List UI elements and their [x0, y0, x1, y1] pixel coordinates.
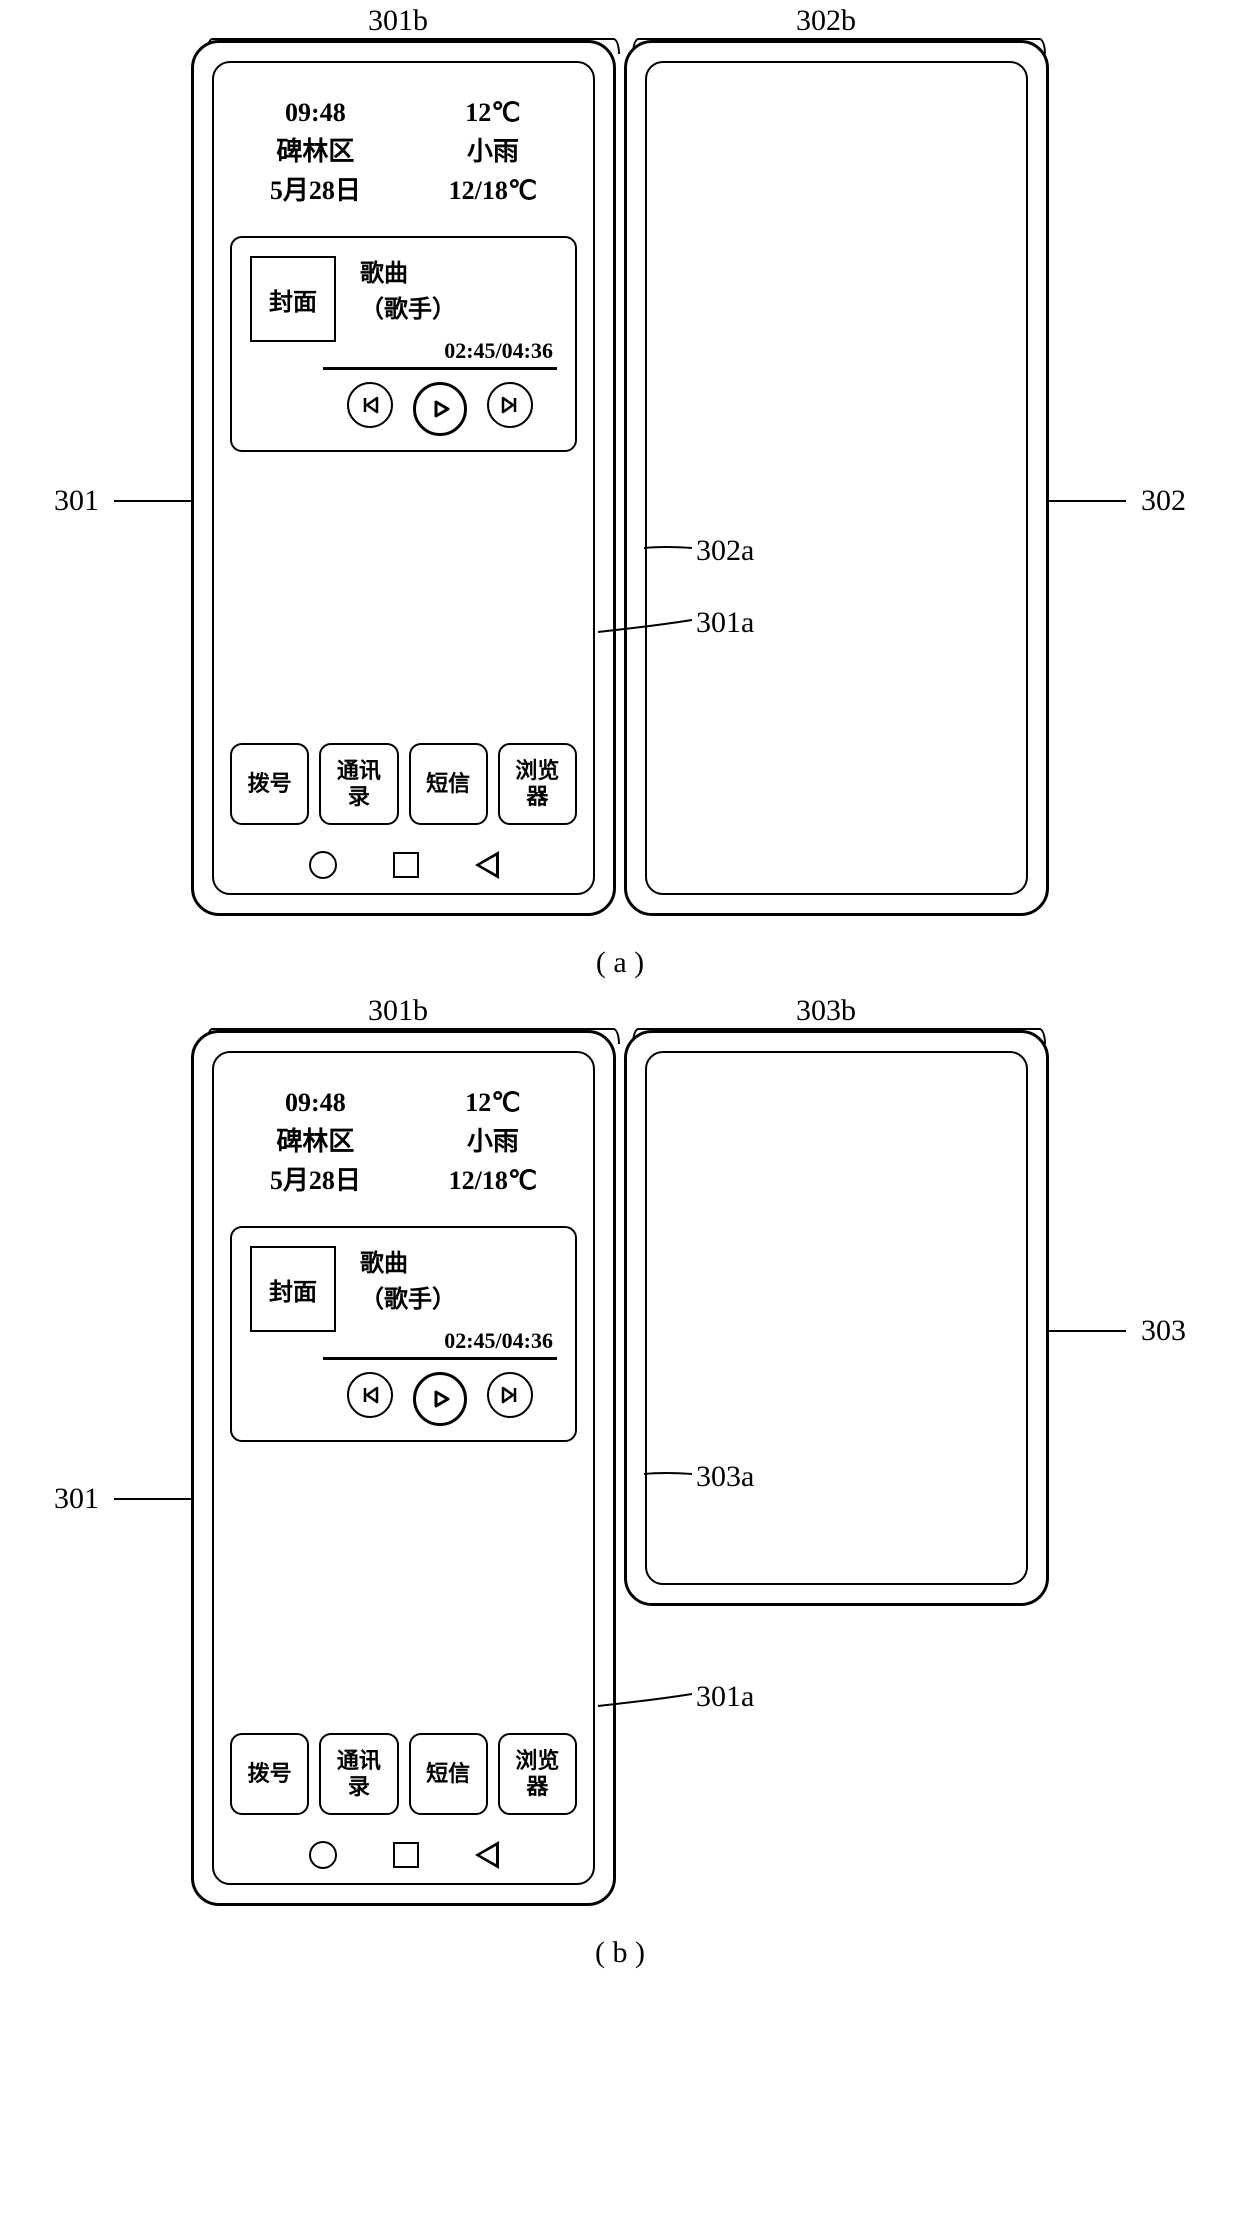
label-301-b: 301 — [54, 1482, 99, 1516]
status-widget-b: 09:48 碑林区 5月28日 12℃ 小雨 12/18℃ — [226, 1065, 581, 1226]
dialer-app[interactable]: 拨号 — [230, 743, 309, 825]
browser-app[interactable]: 浏览 器 — [498, 1733, 577, 1815]
time-text: 09:48 — [285, 1083, 346, 1122]
label-302b: 302b — [796, 4, 856, 38]
temp-text: 12℃ — [465, 93, 520, 132]
sms-app[interactable]: 短信 — [409, 743, 488, 825]
leader-302 — [1046, 500, 1126, 502]
label-301a-b: 301a — [696, 1680, 754, 1714]
dock-b: 拨号 通讯 录 短信 浏览 器 — [226, 1733, 581, 1815]
nav-back-icon[interactable] — [475, 851, 499, 879]
figure-b: 301b 303b 09:48 碑林区 5月28日 12℃ 小雨 12/18℃ — [70, 1030, 1170, 1970]
dock: 拨号 通讯 录 短信 浏览 器 — [226, 743, 581, 825]
prev-button[interactable] — [347, 382, 393, 428]
prev-icon — [359, 394, 381, 416]
dialer-app[interactable]: 拨号 — [230, 1733, 309, 1815]
screen-left-b: 09:48 碑林区 5月28日 12℃ 小雨 12/18℃ 封面 歌曲 — [212, 1051, 595, 1885]
label-303: 303 — [1141, 1314, 1186, 1348]
play-icon — [428, 397, 452, 421]
nav-home-icon[interactable] — [309, 1841, 337, 1869]
status-widget: 09:48 碑林区 5月28日 12℃ 小雨 12/18℃ — [226, 75, 581, 236]
figure-a: 301b 302b 09:48 碑林区 5月28日 12℃ 小雨 12/18℃ — [70, 40, 1170, 980]
next-button[interactable] — [487, 1372, 533, 1418]
screen-right-a — [645, 61, 1028, 895]
label-301: 301 — [54, 484, 99, 518]
label-303b: 303b — [796, 994, 856, 1028]
location-text: 碑林区 — [276, 132, 354, 171]
nav-home-icon[interactable] — [309, 851, 337, 879]
leader-301 — [114, 500, 194, 502]
music-widget: 封面 歌曲 （歌手） 02:45/04:36 — [230, 236, 577, 452]
song-title: 歌曲 — [360, 256, 456, 292]
play-button[interactable] — [413, 382, 467, 436]
leader-303 — [1046, 1330, 1126, 1332]
time-text: 09:48 — [285, 93, 346, 132]
sms-app[interactable]: 短信 — [409, 1733, 488, 1815]
phone-left-b: 09:48 碑林区 5月28日 12℃ 小雨 12/18℃ 封面 歌曲 — [191, 1030, 616, 1906]
play-icon — [428, 1387, 452, 1411]
date-text: 5月28日 — [270, 171, 361, 210]
next-button[interactable] — [487, 382, 533, 428]
temp-text: 12℃ — [465, 1083, 520, 1122]
label-301b: 301b — [368, 4, 428, 38]
nav-recent-icon[interactable] — [393, 852, 419, 878]
contacts-app[interactable]: 通讯 录 — [319, 1733, 398, 1815]
temp-range-text: 12/18℃ — [449, 1161, 537, 1200]
music-widget-b: 封面 歌曲 （歌手） 02:45/04:36 — [230, 1226, 577, 1442]
caption-b: ( b ) — [70, 1936, 1170, 1970]
weather-text: 小雨 — [467, 1122, 519, 1161]
contacts-app[interactable]: 通讯 录 — [319, 743, 398, 825]
phone-right-a — [624, 40, 1049, 916]
temp-range-text: 12/18℃ — [449, 171, 537, 210]
song-title: 歌曲 — [360, 1246, 456, 1282]
playback-time: 02:45/04:36 — [323, 1328, 557, 1360]
next-icon — [499, 1384, 521, 1406]
phone-left-a: 09:48 碑林区 5月28日 12℃ 小雨 12/18℃ 封面 歌曲 — [191, 40, 616, 916]
date-text: 5月28日 — [270, 1161, 361, 1200]
label-302a: 302a — [696, 534, 754, 568]
album-cover[interactable]: 封面 — [250, 256, 336, 342]
leader-301-b — [114, 1498, 194, 1500]
label-303a: 303a — [696, 1460, 754, 1494]
location-text: 碑林区 — [276, 1122, 354, 1161]
playback-time: 02:45/04:36 — [323, 338, 557, 370]
play-button[interactable] — [413, 1372, 467, 1426]
album-cover[interactable]: 封面 — [250, 1246, 336, 1332]
screen-left-a: 09:48 碑林区 5月28日 12℃ 小雨 12/18℃ 封面 歌曲 — [212, 61, 595, 895]
label-301b-b: 301b — [368, 994, 428, 1028]
artist-text: （歌手） — [360, 1282, 456, 1318]
nav-bar-b — [214, 1841, 593, 1869]
nav-recent-icon[interactable] — [393, 1842, 419, 1868]
nav-bar — [214, 851, 593, 879]
artist-text: （歌手） — [360, 292, 456, 328]
label-302: 302 — [1141, 484, 1186, 518]
prev-button[interactable] — [347, 1372, 393, 1418]
prev-icon — [359, 1384, 381, 1406]
caption-a: ( a ) — [70, 946, 1170, 980]
label-301a: 301a — [696, 606, 754, 640]
weather-text: 小雨 — [467, 132, 519, 171]
next-icon — [499, 394, 521, 416]
browser-app[interactable]: 浏览 器 — [498, 743, 577, 825]
nav-back-icon[interactable] — [475, 1841, 499, 1869]
